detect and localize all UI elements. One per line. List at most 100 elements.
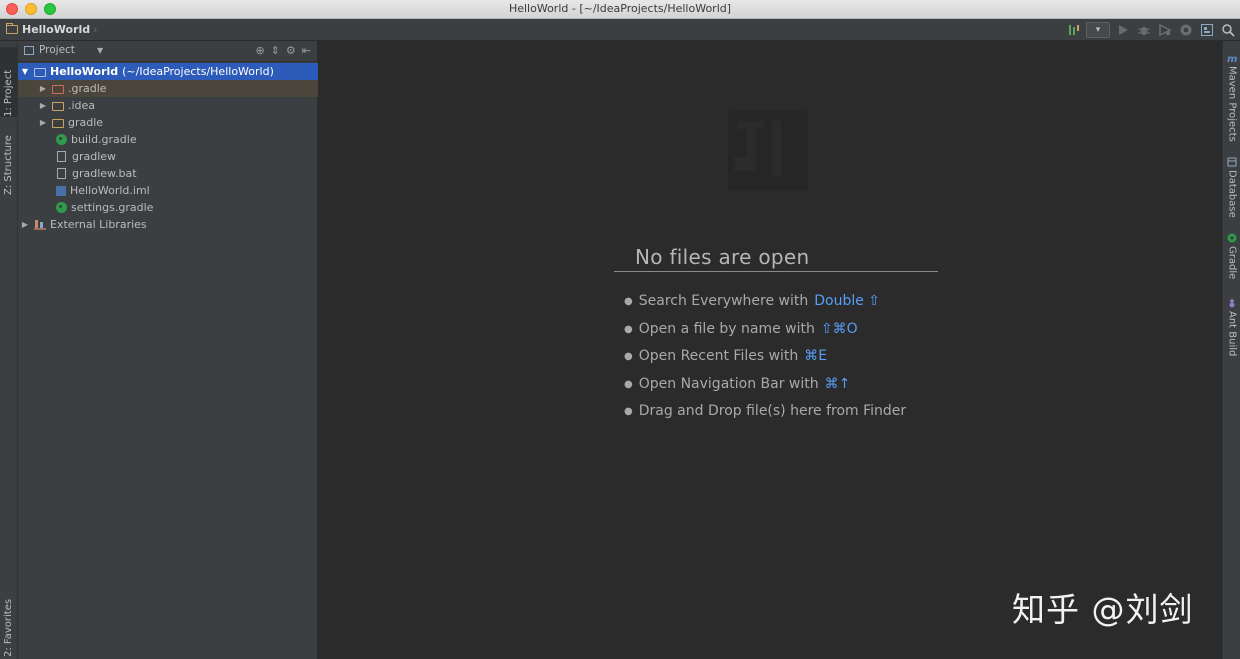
tab-database-label: Database [1226, 170, 1238, 218]
text-file-icon [57, 168, 66, 179]
tab-favorites[interactable]: 2: Favorites [0, 587, 17, 657]
stop-icon[interactable] [1177, 21, 1194, 38]
tab-gradle-label: Gradle [1226, 246, 1238, 280]
excluded-folder-icon [52, 84, 64, 94]
hide-panel-icon[interactable]: ⇤ [302, 44, 311, 57]
empty-editor-hints: ● Search Everywhere with Double ⇧ ● Open a … [624, 291, 906, 429]
hint-text: Open a file by name with [638, 320, 815, 337]
tree-node-helloworld-iml[interactable]: HelloWorld.iml [18, 182, 355, 199]
dropdown-caret: ▾ [1095, 24, 1101, 34]
folder-icon [52, 118, 64, 128]
hint-drag-drop: ● Drag and Drop file(s) here from Finder [624, 401, 906, 429]
tree-node-root[interactable]: ▼ HelloWorld (~/IdeaProjects/HelloWorld) [18, 63, 319, 80]
libraries-icon [34, 219, 46, 230]
tree-node-dot-gradle[interactable]: ▶ .gradle [18, 80, 337, 97]
hint-shortcut: ⌘↑ [824, 375, 851, 392]
hint-text: Open Recent Files with [638, 348, 799, 364]
zhihu-watermark: 知乎 @刘剑 [1012, 590, 1194, 629]
breadcrumb[interactable]: HelloWorld › [6, 22, 98, 37]
tab-structure[interactable]: Z: Structure [0, 125, 17, 195]
maven-icon: m [1227, 54, 1237, 63]
folder-icon [6, 23, 18, 34]
tree-node-gradlew[interactable]: gradlew [18, 148, 355, 165]
debug-icon[interactable] [1135, 21, 1152, 38]
tree-node-label: .idea [68, 99, 96, 112]
tab-project[interactable]: 1: Project [0, 47, 17, 117]
tree-node-idea[interactable]: ▶ .idea [18, 97, 337, 114]
gear-icon[interactable]: ⚙ [286, 44, 296, 57]
run-config-dropdown[interactable]: ▾ [1086, 21, 1110, 38]
tree-node-label: External Libraries [50, 218, 147, 231]
expand-arrow-icon[interactable]: ▶ [20, 220, 30, 229]
hint-shortcut: ⌘E [804, 348, 828, 364]
tab-database[interactable]: Database [1223, 157, 1240, 218]
window-title: HelloWorld - [~/IdeaProjects/HelloWorld] [508, 2, 732, 15]
project-structure-icon[interactable] [1198, 21, 1215, 38]
run-icon[interactable] [1114, 21, 1131, 38]
build-icon[interactable] [1065, 21, 1082, 38]
expand-arrow-icon[interactable]: ▶ [38, 118, 48, 127]
navigation-toolbar: HelloWorld › ▾ [0, 19, 1240, 41]
tree-node-label: gradlew [72, 150, 117, 163]
tab-gradle[interactable]: Gradle [1223, 233, 1240, 279]
run-toolbar: ▾ [1065, 21, 1236, 38]
gradle-file-icon [56, 202, 67, 213]
coverage-icon[interactable] [1156, 21, 1173, 38]
tab-maven-label: Maven Projects [1226, 66, 1238, 142]
bullet-icon: ● [624, 296, 633, 307]
folder-icon [52, 101, 64, 111]
bullet-icon: ● [624, 378, 633, 390]
tree-node-external-libraries[interactable]: ▶ External Libraries [18, 216, 319, 233]
expand-arrow-icon[interactable]: ▼ [20, 67, 30, 76]
bullet-icon: ● [624, 406, 633, 417]
hint-search-everywhere: ● Search Everywhere with Double ⇧ [624, 291, 906, 319]
project-panel-header: Project ▼ ⊕ ⇕ ⚙ ⇤ [18, 41, 317, 62]
tree-node-label: gradlew.bat [72, 167, 137, 180]
svg-text:m: m [1227, 54, 1237, 63]
breadcrumb-label: HelloWorld [22, 23, 91, 36]
hint-navigation-bar: ● Open Navigation Bar with ⌘↑ [624, 374, 906, 402]
database-icon [1227, 157, 1237, 167]
empty-editor-title: No files are open [614, 243, 938, 272]
tree-node-label: .gradle [68, 82, 107, 95]
title-bar: HelloWorld - [~/IdeaProjects/HelloWorld] [0, 0, 1240, 19]
gradle-icon [1227, 233, 1237, 243]
hint-recent-files: ● Open Recent Files with ⌘E [624, 346, 906, 374]
tab-ant-label: Ant Build [1226, 311, 1238, 357]
bullet-icon: ● [624, 323, 633, 335]
tree-node-settings-gradle[interactable]: settings.gradle [18, 199, 355, 216]
ant-icon [1229, 299, 1235, 308]
tree-node-path: (~/IdeaProjects/HelloWorld) [122, 65, 274, 78]
gradle-file-icon [56, 134, 67, 145]
tree-node-gradle[interactable]: ▶ gradle [18, 114, 337, 131]
search-everywhere-icon[interactable] [1219, 21, 1236, 38]
tree-node-label: gradle [68, 116, 104, 129]
project-panel-actions: ⊕ ⇕ ⚙ ⇤ [255, 44, 311, 57]
tree-node-build-gradle[interactable]: build.gradle [18, 131, 355, 148]
project-view-icon [24, 45, 34, 55]
hint-text: Drag and Drop file(s) here from Finder [638, 403, 907, 419]
expand-arrow-icon[interactable]: ▶ [38, 101, 48, 110]
tab-ant-build[interactable]: Ant Build [1223, 298, 1240, 356]
module-folder-icon [34, 67, 46, 77]
expand-arrow-icon[interactable]: ▶ [38, 84, 48, 93]
tree-node-label: HelloWorld.iml [70, 184, 150, 197]
project-view-selector[interactable]: Project ▼ [24, 44, 103, 56]
scroll-from-source-icon[interactable]: ⊕ [255, 44, 264, 57]
iml-file-icon [56, 185, 66, 196]
hint-text: Open Navigation Bar with [638, 375, 819, 392]
chevron-right-icon: › [93, 23, 98, 36]
bullet-icon: ● [624, 351, 633, 362]
project-panel: Project ▼ ⊕ ⇕ ⚙ ⇤ ▼ HelloWorld (~/IdeaPr… [18, 41, 337, 659]
tree-node-label: settings.gradle [71, 201, 154, 214]
collapse-all-icon[interactable]: ⇕ [271, 44, 280, 57]
left-tool-strip: 1: Project Z: Structure 2: Favorites [0, 41, 18, 659]
tab-maven-projects[interactable]: m Maven Projects [1223, 53, 1240, 142]
right-tool-strip: m Maven Projects Database Gradle Ant Bui… [1222, 41, 1240, 659]
hint-open-file: ● Open a file by name with ⇧⌘O [624, 319, 906, 347]
editor-area[interactable]: No files are open ● Search Everywhere wit… [318, 41, 1221, 659]
tab-favorites-label: 2: Favorites [3, 598, 14, 657]
tree-node-gradlew-bat[interactable]: gradlew.bat [18, 165, 355, 182]
tree-node-label: HelloWorld [50, 65, 119, 78]
chevron-down-icon: ▼ [96, 45, 104, 55]
